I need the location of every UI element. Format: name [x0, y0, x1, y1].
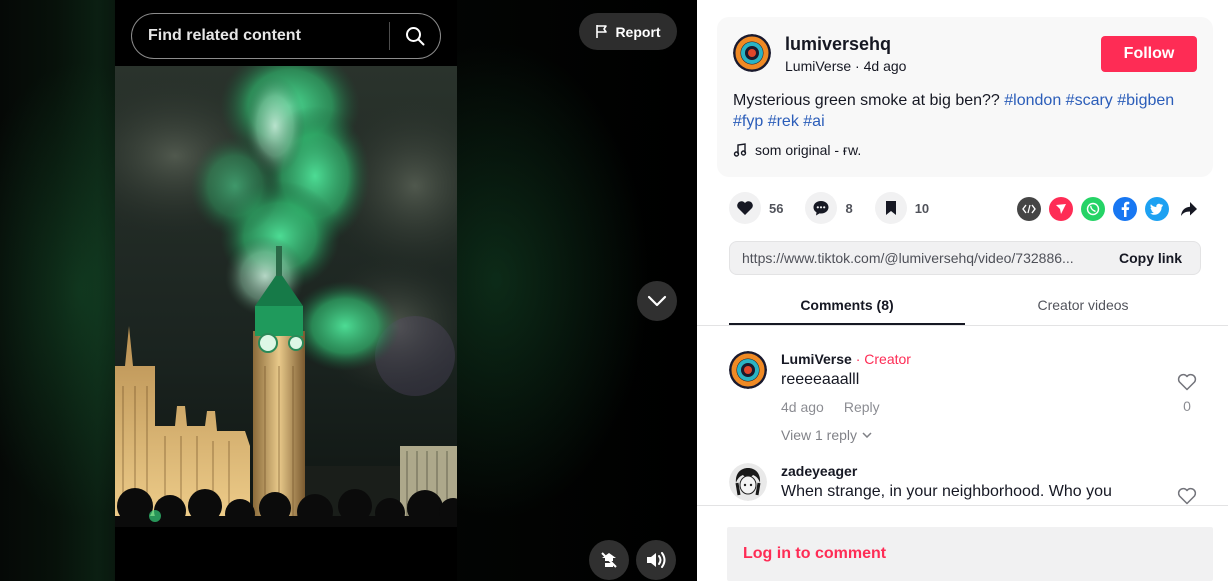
search-input[interactable] [132, 14, 389, 58]
login-to-comment-label: Log in to comment [743, 545, 887, 562]
hashtag-link[interactable]: #bigben [1117, 92, 1174, 109]
share-arrow-icon [1181, 202, 1197, 216]
comment-like-count: 0 [1183, 398, 1191, 414]
tab-comments[interactable]: Comments (8) [729, 288, 965, 325]
embed-code-icon [1022, 204, 1036, 214]
comment-time: 4d ago [781, 399, 824, 415]
reply-button[interactable]: Reply [844, 399, 880, 415]
commenter-avatar[interactable] [729, 463, 767, 501]
comment-meta: 4d ago Reply [781, 399, 880, 415]
like-action[interactable]: 56 [729, 192, 783, 224]
caption-text: Mysterious green smoke at big ben?? [733, 92, 1005, 109]
comment-text: reeeeaaalll [781, 371, 860, 388]
comment-text: When strange, in your neighborhood. Who … [781, 483, 1112, 500]
creator-separator: · [851, 351, 865, 367]
post-caption: Mysterious green smoke at big ben?? #lon… [733, 90, 1193, 132]
avatar-image [729, 351, 767, 389]
comment-button[interactable] [805, 192, 838, 224]
tabs-divider [697, 325, 1228, 326]
floating-player-button[interactable] [589, 540, 629, 580]
author-subline: LumiVerse · 4d ago [785, 58, 906, 74]
copy-link-box: https://www.tiktok.com/@lumiversehq/vide… [729, 241, 1201, 275]
share-row [1017, 197, 1201, 221]
heart-icon [737, 201, 753, 215]
avatar-image [729, 463, 767, 501]
video-still-image [115, 66, 457, 527]
author-display-name: LumiVerse [785, 58, 852, 74]
hashtag-link[interactable]: #ai [803, 113, 824, 130]
post-info-card: lumiversehq LumiVerse · 4d ago Follow My… [717, 17, 1213, 177]
facebook-share-button[interactable] [1113, 197, 1137, 221]
report-button[interactable]: Report [579, 13, 677, 50]
author-avatar[interactable] [733, 34, 771, 72]
view-replies-button[interactable]: View 1 reply [781, 427, 872, 443]
hashtag-link[interactable]: #scary [1066, 92, 1113, 109]
float-player-icon [601, 552, 617, 568]
music-title: som original - ғw. [755, 142, 862, 158]
footer-divider [697, 505, 1228, 506]
chevron-down-icon [862, 432, 872, 438]
video-frame[interactable] [115, 0, 457, 581]
save-button[interactable] [874, 192, 907, 224]
hashtag-link[interactable]: #rek [768, 113, 799, 130]
details-panel: lumiversehq LumiVerse · 4d ago Follow My… [697, 0, 1228, 581]
view-replies-label: View 1 reply [781, 427, 858, 443]
commenter-username: zadeyeager [781, 463, 858, 479]
author-username[interactable]: lumiversehq [785, 34, 891, 55]
comment-tabs: Comments (8) Creator videos [729, 288, 1201, 325]
save-count: 10 [914, 200, 930, 216]
send-to-friends-button[interactable] [1049, 197, 1073, 221]
music-link[interactable]: som original - ғw. [733, 142, 861, 158]
comment-icon [813, 201, 829, 216]
whatsapp-icon [1086, 202, 1100, 216]
video-url: https://www.tiktok.com/@lumiversehq/vide… [742, 250, 1074, 266]
twitter-icon [1150, 203, 1163, 215]
whatsapp-share-button[interactable] [1081, 197, 1105, 221]
music-note-icon [733, 143, 747, 157]
follow-button[interactable]: Follow [1101, 36, 1197, 72]
send-icon [1056, 204, 1066, 214]
commenter-avatar[interactable] [729, 351, 767, 389]
avatar-image [733, 34, 771, 72]
next-video-button[interactable] [637, 281, 677, 321]
flag-icon [596, 25, 608, 38]
hashtag-link[interactable]: #fyp [733, 113, 763, 130]
hashtag-link[interactable]: #london [1004, 92, 1061, 109]
volume-button[interactable] [636, 540, 676, 580]
search-box[interactable] [131, 13, 441, 59]
embed-share-button[interactable] [1017, 197, 1041, 221]
commenter-name[interactable]: zadeyeager [781, 463, 857, 479]
more-share-button[interactable] [1177, 197, 1201, 221]
comment-action[interactable]: 8 [805, 192, 853, 224]
subline-separator: · [851, 58, 864, 74]
post-time: 4d ago [863, 58, 907, 74]
report-label: Report [615, 23, 661, 40]
engagement-actions: 56 8 10 [729, 192, 951, 224]
bookmark-icon [885, 201, 896, 215]
facebook-icon [1121, 201, 1130, 217]
heart-outline-icon [1177, 487, 1197, 505]
chevron-down-icon [647, 295, 667, 307]
creator-badge: Creator [864, 351, 911, 367]
copy-link-button[interactable]: Copy link [1107, 250, 1200, 266]
login-to-comment-bar[interactable]: Log in to comment [727, 527, 1213, 581]
heart-outline-icon [1177, 373, 1197, 391]
commenter-name[interactable]: LumiVerse · Creator [781, 351, 911, 367]
volume-icon [647, 552, 666, 568]
search-button[interactable] [390, 14, 440, 58]
search-icon [406, 27, 425, 46]
background-glow-right [430, 40, 650, 520]
like-count: 56 [769, 200, 784, 216]
twitter-share-button[interactable] [1145, 197, 1169, 221]
like-button[interactable] [729, 192, 761, 224]
comment-like-button[interactable]: 0 [1175, 373, 1199, 414]
comment-count: 8 [845, 200, 853, 216]
commenter-username: LumiVerse [781, 351, 852, 367]
video-player-area: Report [0, 0, 697, 581]
save-action[interactable]: 10 [874, 192, 930, 224]
tab-creator-videos[interactable]: Creator videos [965, 288, 1201, 325]
